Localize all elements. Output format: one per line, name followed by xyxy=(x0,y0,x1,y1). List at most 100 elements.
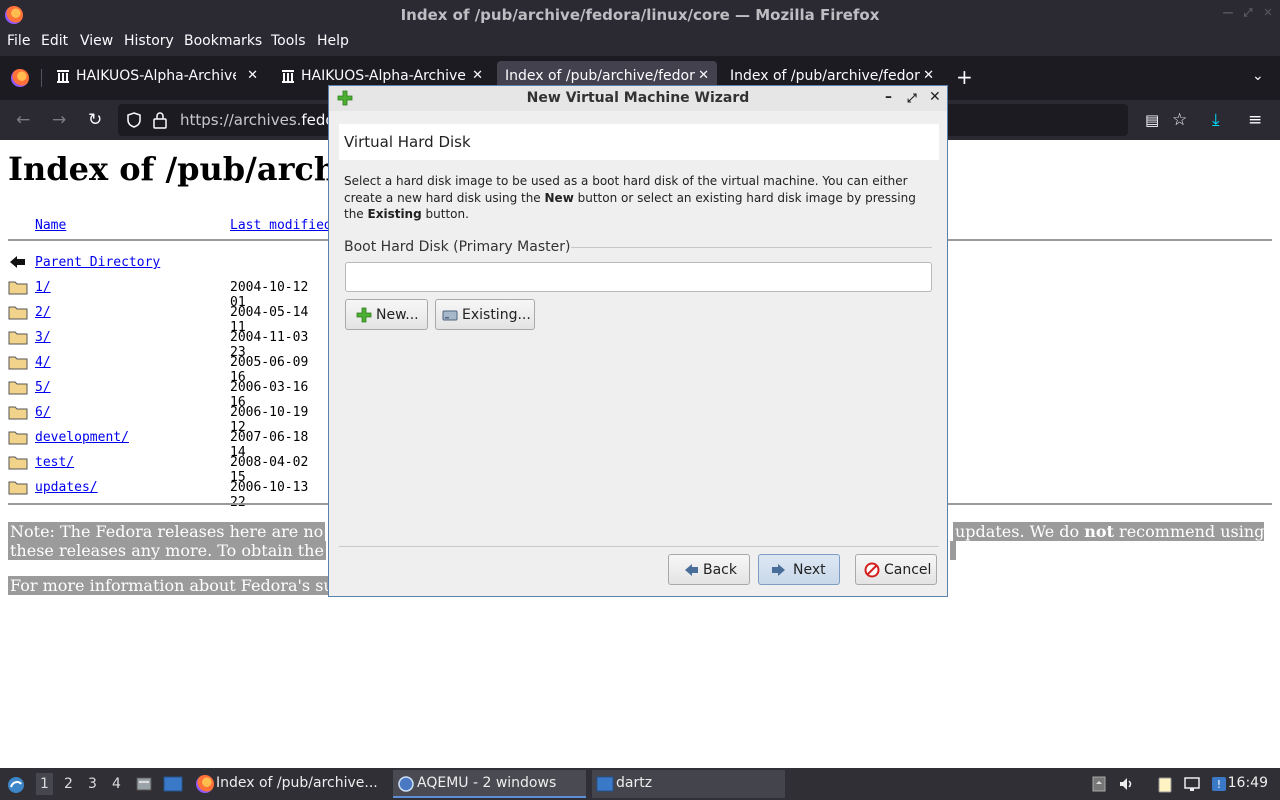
column-last-modified-link[interactable]: Last modified xyxy=(230,218,332,233)
dialog-titlebar[interactable]: New Virtual Machine Wizard – ⤢ ✕ xyxy=(329,86,947,111)
task-dartz[interactable]: dartz xyxy=(592,770,785,798)
close-tab-icon[interactable]: ✕ xyxy=(923,68,934,83)
directory-link[interactable]: test/ xyxy=(35,455,74,470)
back-button[interactable]: Back xyxy=(668,554,750,585)
directory-link[interactable]: development/ xyxy=(35,430,129,445)
tab-label: Index of /pub/archive/fedora xyxy=(730,68,920,84)
folder-icon xyxy=(8,331,28,345)
task-label: Index of /pub/archive... xyxy=(216,775,378,791)
folder-icon xyxy=(8,306,28,320)
modified-date: 2006-10-13 22 xyxy=(230,480,309,510)
hamburger-menu-icon[interactable]: ≡ xyxy=(1248,110,1262,130)
directory-link[interactable]: updates/ xyxy=(35,480,98,495)
shield-icon[interactable] xyxy=(126,112,142,128)
directory-link[interactable]: 2/ xyxy=(35,305,51,320)
tab-haikuos-1[interactable]: HAIKUOS-Alpha-Archive · ✕ xyxy=(52,61,266,94)
menu-help[interactable]: Help xyxy=(317,33,349,49)
clock: 16:49 xyxy=(1227,775,1268,791)
note-line-2-left: these releases any more. To obtain the xyxy=(8,541,326,560)
menu-file[interactable]: File xyxy=(7,33,30,49)
menu-view[interactable]: View xyxy=(80,33,113,49)
wizard-page-title: Virtual Hard Disk xyxy=(344,133,471,151)
note-text: updates. We do xyxy=(955,522,1085,541)
aqemu-icon xyxy=(398,776,414,792)
file-manager-icon[interactable] xyxy=(135,775,153,793)
forward-arrow-icon xyxy=(772,564,785,576)
back-arrow-icon[interactable]: ← xyxy=(16,110,30,130)
parent-directory-link[interactable]: Parent Directory xyxy=(35,255,160,270)
menu-tools[interactable]: Tools xyxy=(271,33,306,49)
directory-link[interactable]: 3/ xyxy=(35,330,51,345)
menu-edit[interactable]: Edit xyxy=(41,33,68,49)
workspace-3[interactable]: 3 xyxy=(88,776,97,792)
start-menu-icon[interactable] xyxy=(6,775,26,795)
list-item: 2/ 2004-05-14 11 xyxy=(0,302,330,335)
list-item: 3/ 2004-11-03 23 xyxy=(0,327,330,360)
existing-button-label: Existing... xyxy=(462,307,531,323)
archive-icon xyxy=(282,70,294,83)
close-tab-icon[interactable]: ✕ xyxy=(698,68,709,83)
close-icon[interactable]: ✕ xyxy=(929,89,941,105)
hard-disk-path-field[interactable] xyxy=(345,262,932,292)
cancel-button-label: Cancel xyxy=(884,562,932,578)
task-label: AQEMU - 2 windows xyxy=(417,775,557,791)
folder-icon xyxy=(8,381,28,395)
window-titlebar: Index of /pub/archive/fedora/linux/core … xyxy=(0,0,1280,29)
new-button-label: New... xyxy=(376,307,419,323)
directory-link[interactable]: 6/ xyxy=(35,405,51,420)
volume-icon[interactable] xyxy=(1118,775,1136,793)
list-item: 4/ 2005-06-09 16 xyxy=(0,352,330,385)
folder-icon xyxy=(8,406,28,420)
restore-icon[interactable]: ⤢ xyxy=(1242,7,1254,19)
directory-link[interactable]: 5/ xyxy=(35,380,51,395)
clipboard-icon[interactable] xyxy=(1156,775,1174,793)
note-text: recommend using xyxy=(1113,522,1265,541)
window-title: Index of /pub/archive/fedora/linux/core … xyxy=(400,6,880,24)
close-tab-icon[interactable]: ✕ xyxy=(472,68,483,83)
terminal-icon xyxy=(596,776,614,792)
bookmark-star-icon[interactable]: ☆ xyxy=(1172,110,1187,130)
tab-label: HAIKUOS-Alpha-Archive · xyxy=(76,68,236,84)
lock-icon[interactable] xyxy=(152,111,168,129)
existing-disk-button[interactable]: Existing... xyxy=(435,299,535,330)
minimize-icon[interactable]: – xyxy=(885,89,892,105)
close-icon[interactable]: ✕ xyxy=(1262,7,1274,19)
close-tab-icon[interactable]: ✕ xyxy=(247,68,258,83)
menu-history[interactable]: History xyxy=(124,33,174,49)
column-name-link[interactable]: Name xyxy=(35,218,66,233)
task-firefox[interactable]: Index of /pub/archive... xyxy=(192,770,384,798)
dialog-title: New Virtual Machine Wizard xyxy=(526,90,750,106)
storage-tray-icon[interactable] xyxy=(1090,775,1108,793)
maximize-icon[interactable]: ⤢ xyxy=(907,91,917,106)
list-item: updates/ 2006-10-13 22 xyxy=(0,477,330,510)
new-tab-icon[interactable]: + xyxy=(956,65,973,89)
firefox-view-icon[interactable] xyxy=(11,69,29,87)
directory-link[interactable]: 1/ xyxy=(35,280,51,295)
reader-view-icon[interactable]: ▤ xyxy=(1145,110,1159,130)
downloads-icon[interactable]: ⤓ xyxy=(1212,110,1220,130)
reload-icon[interactable]: ↻ xyxy=(88,110,102,130)
menu-bookmarks[interactable]: Bookmarks xyxy=(184,33,262,49)
task-aqemu[interactable]: AQEMU - 2 windows xyxy=(393,770,586,798)
desc-bold: New xyxy=(544,190,574,205)
tab-label: HAIKUOS-Alpha-Archive · xyxy=(301,68,466,84)
url-prefix: https://archives. xyxy=(180,111,302,129)
forward-arrow-icon[interactable]: → xyxy=(52,110,66,130)
new-disk-button[interactable]: New... xyxy=(345,299,428,330)
cancel-button[interactable]: Cancel xyxy=(855,554,937,585)
page-heading: Index of /pub/archi xyxy=(8,150,350,188)
workspace-2[interactable]: 2 xyxy=(64,776,73,792)
notification-icon[interactable]: ! xyxy=(1210,775,1228,793)
list-tabs-chevron-icon[interactable]: ⌄ xyxy=(1252,68,1264,84)
workspace-1[interactable]: 1 xyxy=(36,773,53,795)
network-icon[interactable] xyxy=(1183,775,1201,793)
next-button[interactable]: Next xyxy=(758,554,840,585)
workspace-4[interactable]: 4 xyxy=(112,776,121,792)
directory-link[interactable]: 4/ xyxy=(35,355,51,370)
desktop-icon[interactable] xyxy=(163,775,183,793)
task-label: dartz xyxy=(616,775,653,791)
back-button-label: Back xyxy=(703,562,737,578)
minimize-icon[interactable]: — xyxy=(1222,7,1234,19)
plus-icon xyxy=(356,307,372,323)
next-button-label: Next xyxy=(793,562,826,578)
